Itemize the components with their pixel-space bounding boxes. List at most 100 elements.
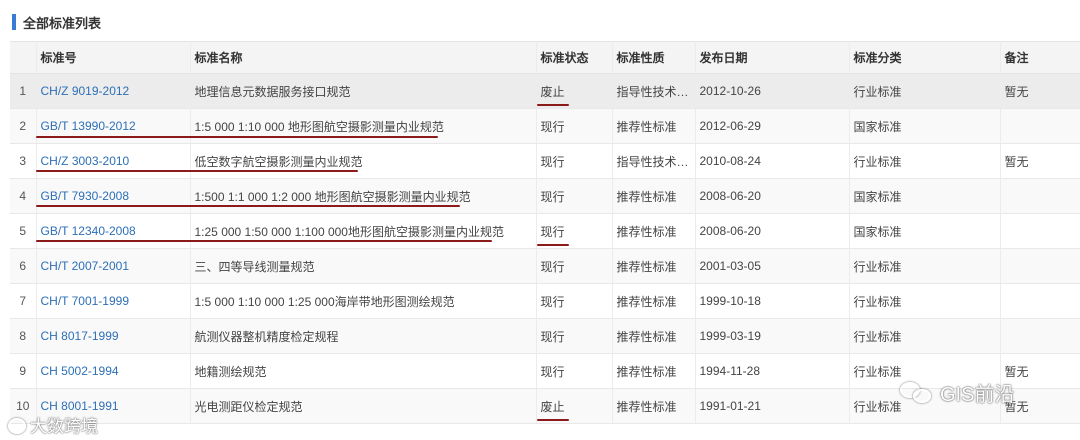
standard-status: 现行 <box>536 143 613 179</box>
table-row[interactable]: 2 GB/T 13990-2012 1:5 000 1:10 000 地形图航空… <box>10 108 1080 144</box>
standard-nature: 推荐性标准 <box>612 178 696 214</box>
row-index: 8 <box>10 318 37 354</box>
standard-status: 现行 <box>536 178 613 214</box>
column-header-nature[interactable]: 标准性质 <box>612 41 696 74</box>
standard-code-link[interactable]: GB/T 12340-2008 <box>41 224 136 238</box>
standard-status: 现行 <box>536 224 569 246</box>
standard-category: 行业标准 <box>849 248 1001 284</box>
row-index: 9 <box>10 353 37 389</box>
publish-date: 2001-03-05 <box>695 248 850 284</box>
standard-name: 1:5 000 1:10 000 1:25 000海岸带地形图测绘规范 <box>190 283 537 319</box>
section-accent-bar <box>12 14 16 30</box>
standard-note <box>1000 108 1080 144</box>
standard-status: 废止 <box>536 84 569 106</box>
standard-category: 国家标准 <box>849 213 1001 249</box>
standard-code-link[interactable]: CH 5002-1994 <box>41 364 119 378</box>
publish-date: 1999-03-19 <box>695 318 850 354</box>
standard-code-link[interactable]: CH/Z 3003-2010 <box>41 154 130 168</box>
publish-date: 2008-06-20 <box>695 178 850 214</box>
standard-nature: 指导性技术… <box>612 143 696 179</box>
watermark-left: 大数跨境 <box>8 412 98 437</box>
table-row[interactable]: 6 CH/T 2007-2001 三、四等导线测量规范 现行 推荐性标准 200… <box>10 248 1080 284</box>
standard-name: 1:25 000 1:50 000 1:100 000地形图航空摄影测量内业规范 <box>190 213 537 249</box>
standard-status: 废止 <box>536 399 569 421</box>
standard-note <box>1000 213 1080 249</box>
standard-note <box>1000 248 1080 284</box>
standard-category: 行业标准 <box>849 73 1001 109</box>
table-row[interactable]: 7 CH/T 7001-1999 1:5 000 1:10 000 1:25 0… <box>10 283 1080 319</box>
publish-date: 2012-10-26 <box>695 73 850 109</box>
standard-code-link[interactable]: CH/T 7001-1999 <box>41 294 130 308</box>
row-index: 7 <box>10 283 37 319</box>
standard-nature: 指导性技术… <box>612 73 696 109</box>
standard-category: 国家标准 <box>849 108 1001 144</box>
standard-note <box>1000 283 1080 319</box>
standard-nature: 推荐性标准 <box>612 353 696 389</box>
standard-code-link[interactable]: CH/T 2007-2001 <box>41 259 130 273</box>
standard-status: 现行 <box>536 283 613 319</box>
publish-date: 1991-01-21 <box>695 388 850 424</box>
standard-note <box>1000 178 1080 214</box>
table-row[interactable]: 1 CH/Z 9019-2012 地理信息元数据服务接口规范 废止 指导性技术…… <box>10 73 1080 109</box>
standard-category: 行业标准 <box>849 143 1001 179</box>
standard-category: 行业标准 <box>849 283 1001 319</box>
standard-note: 暂无 <box>1000 73 1080 109</box>
standard-name: 低空数字航空摄影测量内业规范 <box>190 143 537 179</box>
column-header-date[interactable]: 发布日期 <box>695 41 850 74</box>
standard-name: 航测仪器整机精度检定规程 <box>190 318 537 354</box>
standard-nature: 推荐性标准 <box>612 213 696 249</box>
column-header-code[interactable]: 标准号 <box>36 41 191 74</box>
standard-status: 现行 <box>536 318 613 354</box>
watermark-logo-icon <box>8 418 26 434</box>
standard-name: 地理信息元数据服务接口规范 <box>190 73 537 109</box>
publish-date: 1999-10-18 <box>695 283 850 319</box>
standard-status: 现行 <box>536 248 613 284</box>
row-index: 5 <box>10 213 37 249</box>
column-header-name[interactable]: 标准名称 <box>190 41 537 74</box>
annotation-underline <box>36 205 460 207</box>
table-header-row: 标准号 标准名称 标准状态 标准性质 发布日期 标准分类 备注 <box>10 41 1080 74</box>
standard-nature: 推荐性标准 <box>612 108 696 144</box>
standard-nature: 推荐性标准 <box>612 248 696 284</box>
annotation-underline <box>36 240 492 242</box>
row-index: 4 <box>10 178 37 214</box>
publish-date: 2008-06-20 <box>695 213 850 249</box>
table-row[interactable]: 4 GB/T 7930-2008 1:500 1:1 000 1:2 000 地… <box>10 178 1080 214</box>
standard-name: 光电测距仪检定规范 <box>190 388 537 424</box>
standard-code-link[interactable]: CH/Z 9019-2012 <box>41 84 130 98</box>
standard-category: 行业标准 <box>849 318 1001 354</box>
standard-status: 现行 <box>536 353 613 389</box>
standard-category: 国家标准 <box>849 178 1001 214</box>
standard-name: 地籍测绘规范 <box>190 353 537 389</box>
column-header-status[interactable]: 标准状态 <box>536 41 613 74</box>
table-row[interactable]: 8 CH 8017-1999 航测仪器整机精度检定规程 现行 推荐性标准 199… <box>10 318 1080 354</box>
publish-date: 1994-11-28 <box>695 353 850 389</box>
section-header: 全部标准列表 <box>12 12 101 32</box>
column-header-note[interactable]: 备注 <box>1000 41 1080 74</box>
standard-name: 1:500 1:1 000 1:2 000 地形图航空摄影测量内业规范 <box>190 178 537 214</box>
annotation-underline <box>36 136 438 138</box>
standard-nature: 推荐性标准 <box>612 283 696 319</box>
standard-note <box>1000 318 1080 354</box>
standard-code-link[interactable]: GB/T 7930-2008 <box>41 189 130 203</box>
standard-note: 暂无 <box>1000 143 1080 179</box>
standard-nature: 推荐性标准 <box>612 318 696 354</box>
row-index: 3 <box>10 143 37 179</box>
row-index: 6 <box>10 248 37 284</box>
publish-date: 2010-08-24 <box>695 143 850 179</box>
wechat-icon <box>900 380 934 406</box>
table-row[interactable]: 3 CH/Z 3003-2010 低空数字航空摄影测量内业规范 现行 指导性技术… <box>10 143 1080 179</box>
table-row[interactable]: 5 GB/T 12340-2008 1:25 000 1:50 000 1:10… <box>10 213 1080 249</box>
standard-code-link[interactable]: CH 8017-1999 <box>41 329 119 343</box>
standard-name: 1:5 000 1:10 000 地形图航空摄影测量内业规范 <box>190 108 537 144</box>
standard-code-link[interactable]: GB/T 13990-2012 <box>41 119 136 133</box>
section-title: 全部标准列表 <box>23 15 102 31</box>
standard-nature: 推荐性标准 <box>612 388 696 424</box>
column-header-category[interactable]: 标准分类 <box>849 41 1001 74</box>
annotation-underline <box>36 170 358 172</box>
watermark-right: GIS前沿 <box>900 378 1014 407</box>
publish-date: 2012-06-29 <box>695 108 850 144</box>
standard-status: 现行 <box>536 108 613 144</box>
standard-code-link[interactable]: CH 8001-1991 <box>41 399 119 413</box>
standards-table: 标准号 标准名称 标准状态 标准性质 发布日期 标准分类 备注 1 CH/Z 9… <box>10 41 1080 424</box>
